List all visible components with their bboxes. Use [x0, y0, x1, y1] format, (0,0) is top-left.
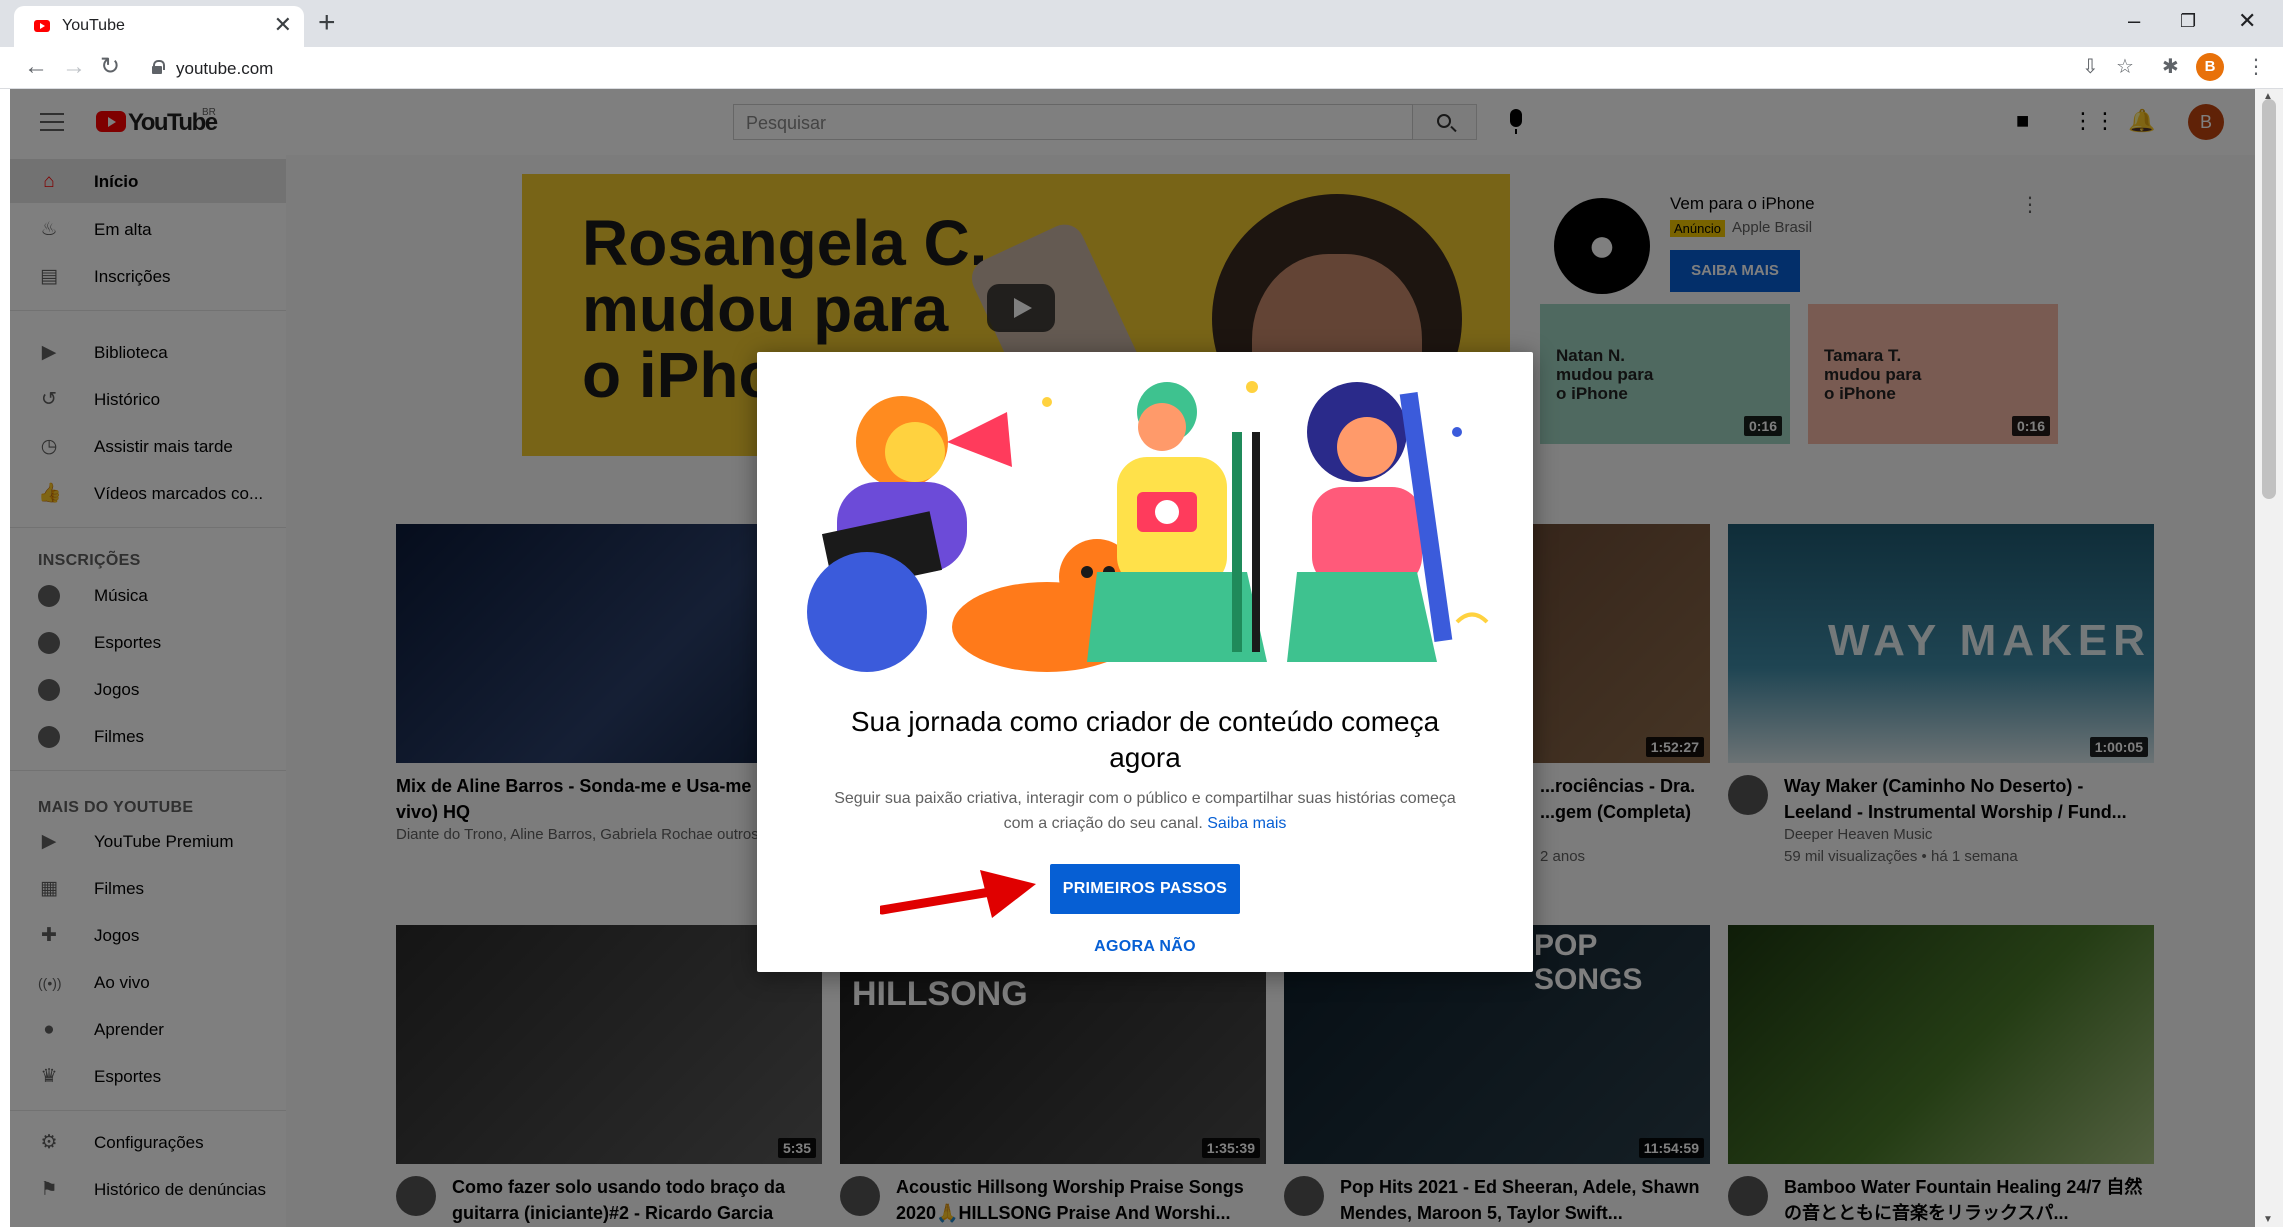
dialog-description-text: Seguir sua paixão criativa, interagir co…	[834, 790, 1456, 832]
get-started-button[interactable]: PRIMEIROS PASSOS	[1050, 864, 1240, 914]
not-now-button[interactable]: AGORA NÃO	[1045, 932, 1245, 962]
scroll-down-icon[interactable]: ▼	[2263, 1214, 2273, 1225]
window-close-icon[interactable]: ✕	[2238, 6, 2256, 36]
creators-illustration	[807, 381, 1489, 672]
restore-icon[interactable]: ❐	[2180, 6, 2196, 36]
browser-profile-avatar[interactable]: B	[2196, 53, 2224, 81]
install-icon[interactable]: ⇩	[2082, 54, 2099, 80]
new-tab-button[interactable]: +	[318, 8, 336, 38]
page-scrollbar[interactable]: ▲ ▼	[2255, 89, 2283, 1227]
learn-more-link[interactable]: Saiba mais	[1207, 815, 1286, 832]
minimize-icon[interactable]: –	[2128, 6, 2140, 36]
create-channel-dialog: Sua jornada como criador de conteúdo com…	[757, 352, 1533, 972]
browser-toolbar: ← → ↻ youtube.com ⇩ ☆ ✱ ⋮	[0, 47, 2283, 89]
reload-icon[interactable]: ↻	[100, 53, 120, 81]
youtube-favicon-icon	[34, 20, 50, 32]
dialog-title: Sua jornada como criador de conteúdo com…	[850, 706, 1440, 773]
tab-title: YouTube	[62, 17, 125, 34]
address-bar[interactable]: youtube.com	[140, 52, 2040, 84]
annotation-arrow-icon	[880, 870, 1036, 918]
lock-icon[interactable]	[152, 60, 165, 74]
url-text: youtube.com	[176, 59, 274, 78]
browser-tab[interactable]: YouTube ✕	[14, 6, 304, 47]
browser-tabstrip: YouTube ✕ + – ❐ ✕	[0, 0, 2283, 47]
browser-menu-icon[interactable]: ⋮	[2246, 54, 2266, 80]
back-icon[interactable]: ←	[24, 53, 48, 81]
dialog-description: Seguir sua paixão criativa, interagir co…	[817, 786, 1473, 836]
close-tab-icon[interactable]: ✕	[274, 14, 292, 36]
scrollbar-thumb[interactable]	[2262, 99, 2276, 499]
extensions-puzzle-icon[interactable]: ✱	[2162, 54, 2179, 80]
forward-icon[interactable]: →	[62, 53, 86, 81]
bookmark-star-icon[interactable]: ☆	[2116, 54, 2134, 80]
